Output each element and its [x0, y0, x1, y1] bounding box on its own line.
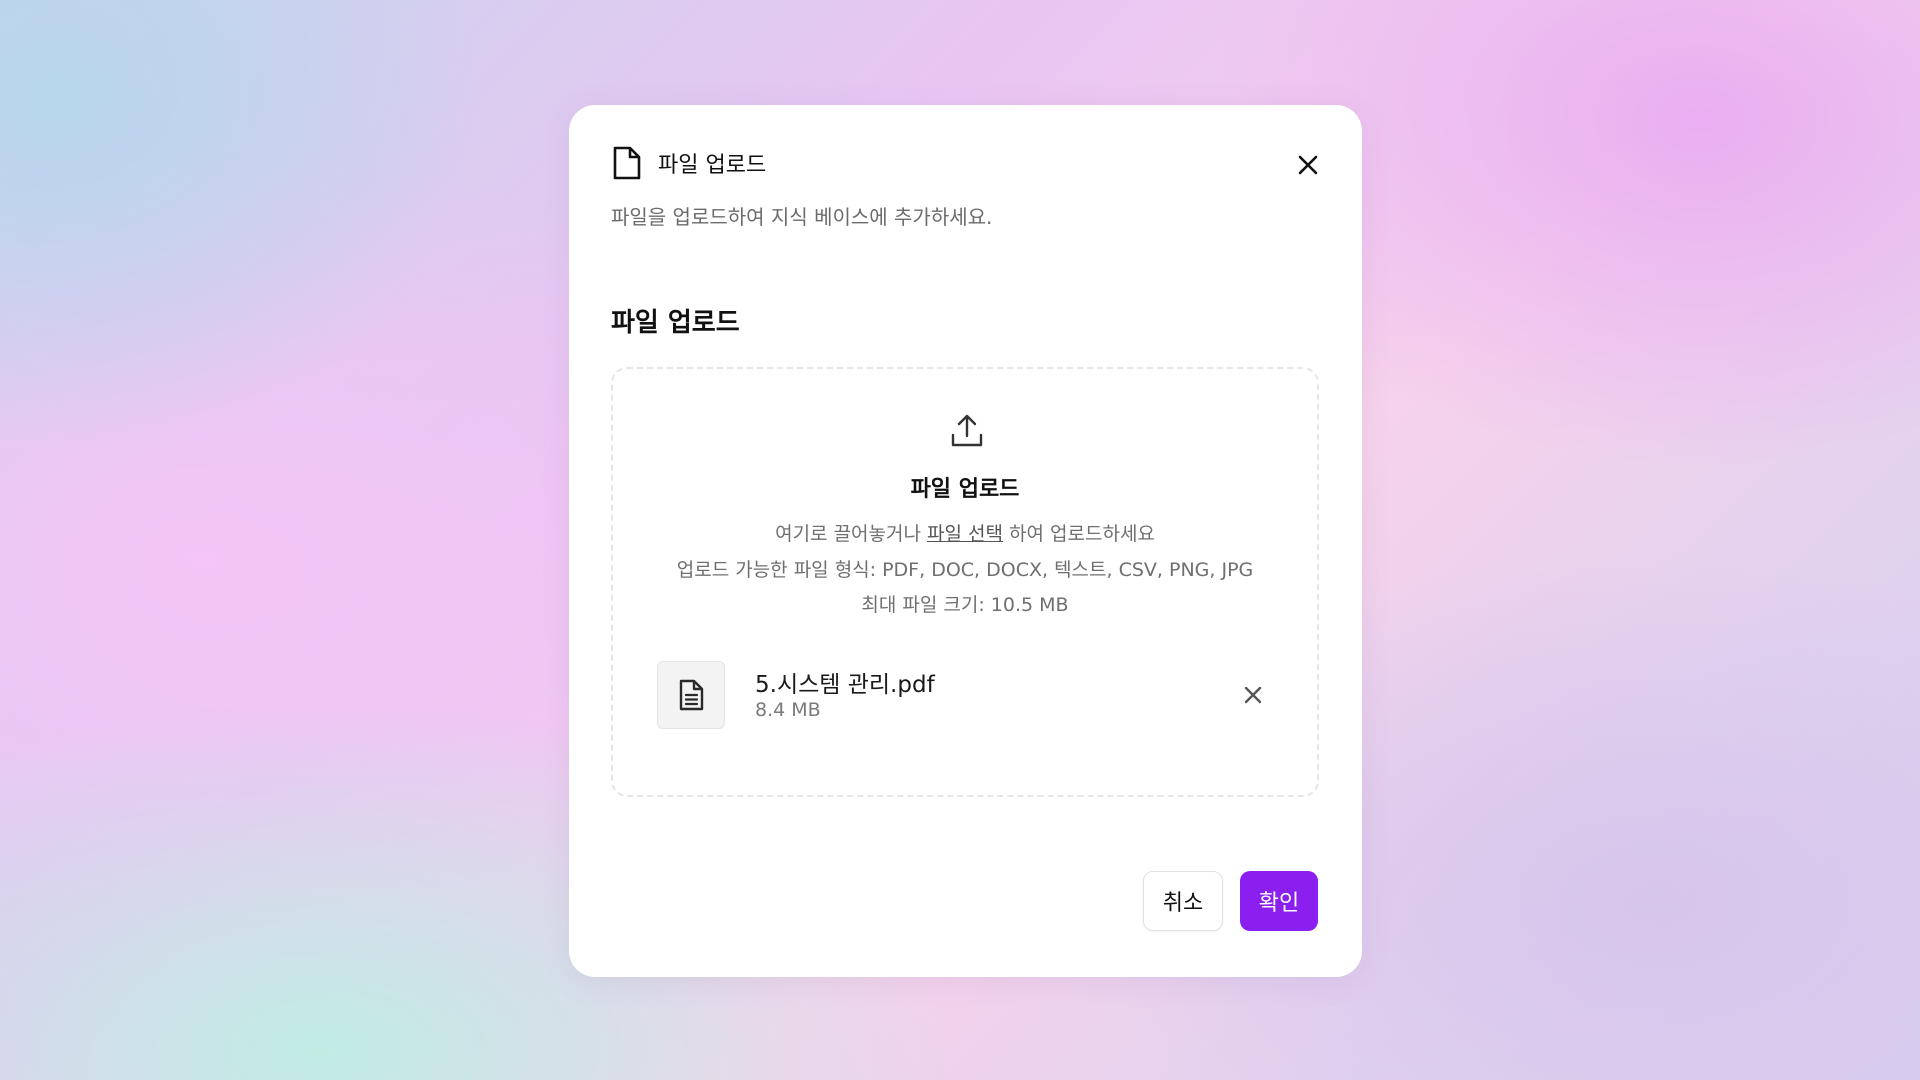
close-icon	[1244, 686, 1262, 704]
select-file-link[interactable]: 파일 선택	[927, 523, 1003, 545]
confirm-button[interactable]: 확인	[1240, 871, 1318, 931]
file-dropzone[interactable]: 파일 업로드 여기로 끌어놓거나 파일 선택 하여 업로드하세요 업로드 가능한…	[611, 367, 1319, 797]
instructions-suffix: 하여 업로드하세요	[1002, 523, 1155, 545]
file-upload-dialog: 파일 업로드 파일을 업로드하여 지식 베이스에 추가하세요. 파일 업로드 파…	[569, 105, 1362, 977]
allowed-formats: 업로드 가능한 파일 형식: PDF, DOC, DOCX, 텍스트, CSV,…	[676, 559, 1254, 581]
section-title: 파일 업로드	[611, 308, 740, 338]
dropzone-title: 파일 업로드	[910, 477, 1020, 502]
file-name: 5.시스템 관리.pdf	[755, 672, 935, 698]
file-thumbnail	[657, 661, 725, 729]
max-file-size: 최대 파일 크기: 10.5 MB	[861, 594, 1069, 616]
close-button[interactable]	[1294, 151, 1322, 179]
file-icon	[613, 146, 641, 180]
remove-file-button[interactable]	[1241, 683, 1265, 707]
file-text-icon	[679, 679, 704, 711]
file-size: 8.4 MB	[755, 699, 821, 721]
cancel-button[interactable]: 취소	[1143, 871, 1223, 931]
upload-icon	[951, 414, 983, 447]
dialog-title: 파일 업로드	[658, 153, 767, 178]
instructions-prefix: 여기로 끌어놓거나	[775, 523, 928, 545]
dialog-header: 파일 업로드	[611, 145, 766, 181]
uploaded-file-item: 5.시스템 관리.pdf 8.4 MB	[657, 659, 1267, 731]
close-icon	[1298, 155, 1318, 175]
dropzone-instructions: 여기로 끌어놓거나 파일 선택 하여 업로드하세요	[613, 519, 1317, 546]
dialog-subtitle: 파일을 업로드하여 지식 베이스에 추가하세요.	[611, 205, 993, 229]
